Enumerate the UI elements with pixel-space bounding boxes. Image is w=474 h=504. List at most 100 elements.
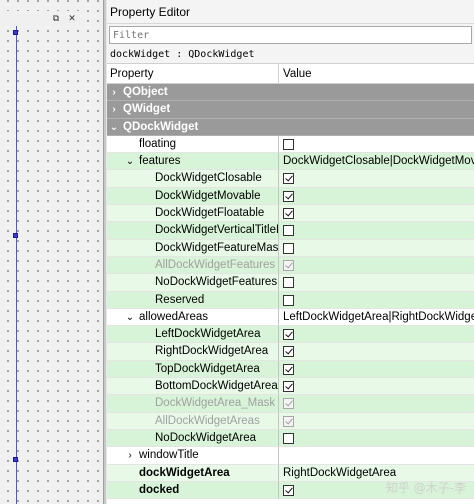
property-group-row[interactable]: › QObject <box>107 84 474 102</box>
expand-arrow-icon[interactable]: › <box>109 101 119 117</box>
property-name: QObject <box>123 86 168 98</box>
property-name: QWidget <box>123 103 171 116</box>
property-row[interactable]: DockWidgetFeatureMask <box>107 239 474 257</box>
property-row[interactable]: NoDockWidgetArea <box>107 429 474 448</box>
property-value-cell[interactable] <box>279 413 474 430</box>
checkbox-unchecked[interactable] <box>283 138 294 150</box>
property-value-cell[interactable] <box>279 326 474 344</box>
property-row[interactable]: BottomDockWidgetArea <box>107 378 474 396</box>
checkbox-unchecked[interactable] <box>283 242 294 254</box>
property-value-cell[interactable] <box>279 240 474 257</box>
check-icon <box>285 191 293 200</box>
expand-arrow-icon[interactable]: › <box>125 447 135 463</box>
property-value-cell <box>279 119 474 136</box>
checkbox-unchecked[interactable] <box>283 277 294 289</box>
property-value-cell[interactable]: DockWidgetClosable|DockWidgetMovable <box>279 153 474 171</box>
property-value-cell[interactable] <box>279 170 474 188</box>
designer-canvas[interactable]: ⧉ ✕ <box>0 0 103 504</box>
property-value-cell[interactable] <box>279 257 474 275</box>
property-name-cell: DockWidgetArea_Mask <box>107 395 279 413</box>
property-row[interactable]: RightDockWidgetArea <box>107 343 474 361</box>
checkbox-unchecked[interactable] <box>283 432 294 444</box>
property-row[interactable]: DockWidgetArea_Mask <box>107 395 474 413</box>
filter-bar <box>107 24 474 46</box>
property-name: AllDockWidgetFeatures <box>155 258 276 271</box>
check-icon <box>285 208 293 217</box>
property-row[interactable]: DockWidgetClosable <box>107 170 474 188</box>
property-name: dockWidgetArea <box>139 466 230 479</box>
close-icon[interactable]: ✕ <box>66 12 78 24</box>
property-name-cell: dockWidgetArea <box>107 464 279 482</box>
property-row[interactable]: AllDockWidgetFeatures <box>107 256 474 275</box>
property-value-cell[interactable] <box>279 136 474 154</box>
filter-input[interactable] <box>109 26 472 44</box>
property-row[interactable]: Reserved <box>107 291 474 309</box>
property-name: TopDockWidgetArea <box>155 362 260 375</box>
column-header-property[interactable]: Property <box>107 64 279 83</box>
collapse-arrow-icon[interactable]: ⌄ <box>125 153 135 169</box>
property-name: DockWidgetClosable <box>155 172 262 185</box>
property-value-cell[interactable] <box>279 188 474 206</box>
property-value-cell[interactable] <box>279 343 474 361</box>
property-name-cell: ⌄ allowedAreas <box>107 308 279 327</box>
object-class-label: dockWidget : QDockWidget <box>107 46 474 64</box>
property-value-cell[interactable] <box>279 378 474 396</box>
collapse-arrow-icon[interactable]: ⌄ <box>109 119 119 135</box>
selection-handle[interactable] <box>13 30 18 35</box>
property-name: DockWidgetFloatable <box>155 207 265 220</box>
property-group-row[interactable]: ⌄ QDockWidget <box>107 118 474 136</box>
property-row[interactable]: DockWidgetFloatable <box>107 205 474 223</box>
property-row[interactable]: DockWidgetVerticalTitleBar <box>107 222 474 240</box>
property-value-cell[interactable] <box>279 447 474 465</box>
checkbox-checked <box>283 259 294 271</box>
property-editor: Property Editor dockWidget : QDockWidget… <box>107 0 474 504</box>
property-row[interactable]: LeftDockWidgetArea <box>107 326 474 344</box>
float-icon[interactable]: ⧉ <box>50 12 62 24</box>
collapse-arrow-icon[interactable]: ⌄ <box>125 309 135 325</box>
checkbox-unchecked[interactable] <box>283 225 294 237</box>
property-row[interactable]: ⌄ allowedAreas LeftDockWidgetArea|RightDoc… <box>107 308 474 327</box>
property-name-cell: Reserved <box>107 291 279 309</box>
selection-handle[interactable] <box>13 457 18 462</box>
checkbox-checked[interactable] <box>283 381 294 393</box>
property-name-cell: DockWidgetFloatable <box>107 205 279 223</box>
property-row[interactable]: DockWidgetMovable <box>107 187 474 206</box>
property-name: DockWidgetVerticalTitleBar <box>155 224 278 237</box>
checkbox-unchecked[interactable] <box>283 294 294 306</box>
checkbox-checked[interactable] <box>283 190 294 202</box>
checkbox-checked[interactable] <box>283 484 294 496</box>
property-value-cell[interactable] <box>279 430 474 448</box>
property-name: NoDockWidgetFeatures <box>155 276 278 289</box>
property-name-cell: TopDockWidgetArea <box>107 360 279 379</box>
property-row[interactable]: floating <box>107 135 474 154</box>
property-name-cell: DockWidgetFeatureMask <box>107 239 279 257</box>
property-value-cell[interactable]: LeftDockWidgetArea|RightDockWidgetArea <box>279 309 474 327</box>
property-name-cell: floating <box>107 135 279 154</box>
checkbox-checked[interactable] <box>283 363 294 375</box>
check-icon <box>285 260 293 269</box>
property-value-cell[interactable] <box>279 222 474 240</box>
property-row[interactable]: NoDockWidgetFeatures <box>107 274 474 292</box>
property-value-cell[interactable] <box>279 395 474 413</box>
property-row[interactable]: AllDockWidgetAreas <box>107 412 474 430</box>
checkbox-checked[interactable] <box>283 329 294 341</box>
property-name: DockWidgetArea_Mask <box>155 397 276 410</box>
property-row[interactable]: › windowTitle <box>107 447 474 465</box>
property-value-cell[interactable] <box>279 292 474 309</box>
check-icon <box>285 381 293 390</box>
panel-title: Property Editor <box>107 0 474 24</box>
checkbox-checked[interactable] <box>283 208 294 220</box>
property-row[interactable]: TopDockWidgetArea <box>107 360 474 379</box>
selection-handle[interactable] <box>13 233 18 238</box>
property-group-row[interactable]: › QWidget <box>107 101 474 119</box>
property-row[interactable]: ⌄ features DockWidgetClosable|DockWidgetMo… <box>107 153 474 171</box>
expand-arrow-icon[interactable]: › <box>109 84 119 100</box>
checkbox-checked[interactable] <box>283 346 294 358</box>
property-name-cell: NoDockWidgetFeatures <box>107 274 279 292</box>
property-value-cell[interactable] <box>279 274 474 292</box>
checkbox-checked[interactable] <box>283 173 294 185</box>
column-header-value[interactable]: Value <box>279 64 474 83</box>
property-name-cell: DockWidgetMovable <box>107 187 279 206</box>
property-value-cell[interactable] <box>279 361 474 379</box>
property-value-cell[interactable] <box>279 205 474 223</box>
